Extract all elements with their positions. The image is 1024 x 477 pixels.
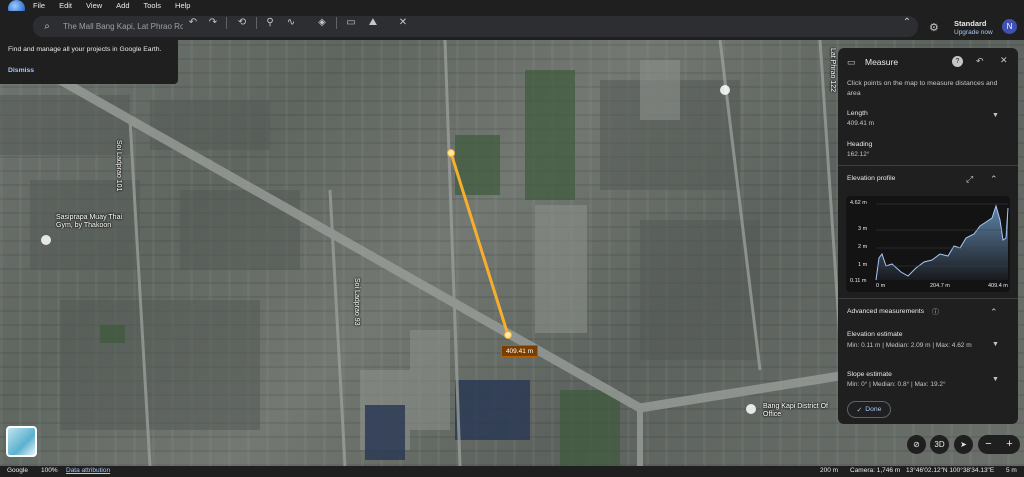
ground-elevation: 5 m — [1006, 467, 1017, 474]
gear-icon[interactable]: ⚙ — [929, 21, 939, 34]
menu-view[interactable]: View — [86, 1, 102, 10]
road-label: Soi Ladprao 93 — [353, 278, 360, 326]
close-icon[interactable]: ✕ — [1000, 55, 1008, 66]
ruler-icon: ▭ — [847, 57, 856, 67]
coordinates: 13°46'02.12"N 100°38'34.13"E — [906, 467, 995, 474]
chevron-up-icon[interactable]: ⌃ — [990, 307, 998, 318]
elevation-chart[interactable]: 4.62 m 3 m 2 m 1 m 0.11 m 0 m 204.7 m 40… — [846, 196, 1010, 292]
chevron-down-icon[interactable]: ▼ — [992, 341, 999, 348]
elevation-chart-svg — [875, 203, 1009, 281]
tilt-off-icon[interactable]: ⊘ — [907, 435, 926, 454]
toolbar-divider — [336, 17, 337, 29]
satellite-icon[interactable]: ✕ — [396, 16, 410, 30]
status-bar: Google 100% Data attribution 200 m Camer… — [0, 466, 1024, 477]
history-icon[interactable]: ⟲ — [235, 16, 249, 30]
chevron-down-icon[interactable]: ▼ — [992, 376, 999, 383]
done-label: Done — [865, 406, 882, 413]
undo-icon[interactable]: ↶ — [976, 56, 984, 67]
y-tick: 1 m — [858, 262, 868, 268]
elevation-profile-label: Elevation profile — [847, 175, 896, 182]
menu-file[interactable]: File — [33, 1, 45, 10]
divider — [838, 165, 1018, 166]
undo-icon[interactable]: ↶ — [186, 16, 200, 30]
divider — [838, 298, 1018, 299]
menu-edit[interactable]: Edit — [59, 1, 72, 10]
y-tick: 4.62 m — [850, 200, 867, 206]
layers-icon[interactable]: ◈ — [315, 16, 329, 30]
done-button[interactable]: ✓ Done — [847, 401, 891, 418]
zoom-level: 100% — [41, 467, 58, 474]
length-label: Length — [847, 110, 868, 117]
camera-altitude: Camera: 1,746 m — [850, 467, 901, 474]
view-3d-button[interactable]: 3D — [930, 435, 949, 454]
zoom-in-button[interactable]: + — [999, 435, 1020, 454]
advanced-measurements-label: Advanced measurements — [847, 308, 925, 315]
x-tick: 409.4 m — [988, 283, 1008, 289]
placemark-icon[interactable]: ⚲ — [263, 16, 277, 30]
ruler-icon[interactable]: ▭ — [344, 16, 358, 30]
path-icon[interactable]: ∿ — [284, 16, 298, 30]
chevron-down-icon[interactable]: ▼ — [992, 112, 999, 119]
plan-name: Standard — [954, 19, 987, 28]
toolbar-divider — [226, 17, 227, 29]
elevation-estimate-value: Min: 0.11 m | Median: 2.09 m | Max: 4.62… — [847, 342, 972, 349]
y-tick: 2 m — [858, 244, 868, 250]
help-icon[interactable]: ? — [952, 56, 963, 67]
menu-tools[interactable]: Tools — [144, 1, 162, 10]
data-attribution-link[interactable]: Data attribution — [66, 467, 110, 474]
menu-help[interactable]: Help — [175, 1, 190, 10]
menu-bar: File Edit View Add Tools Help — [0, 0, 1024, 11]
google-brand: Google — [7, 467, 28, 474]
check-icon: ✓ — [856, 406, 863, 414]
road-label: Soi Ladprao 101 — [115, 140, 122, 192]
toolbar-divider — [256, 17, 257, 29]
zoom-out-button[interactable]: − — [978, 435, 999, 454]
x-tick: 0 m — [876, 283, 886, 289]
place-label[interactable]: Sasiprapa Muay Thai Gym, by Thakoon — [56, 214, 136, 230]
search-icon[interactable]: ⌕ — [41, 21, 53, 33]
y-tick: 3 m — [858, 226, 868, 232]
y-tick: 0.11 m — [850, 278, 867, 284]
heading-label: Heading — [847, 141, 873, 148]
tooltip-text: Find and manage all your projects in Goo… — [8, 46, 162, 53]
chevron-up-icon[interactable]: ⌃ — [990, 174, 998, 185]
upgrade-link[interactable]: Upgrade now — [954, 29, 993, 36]
menu-add[interactable]: Add — [116, 1, 129, 10]
road-label: Lat Phrao 122 — [829, 48, 836, 92]
info-icon[interactable]: ⓘ — [932, 307, 939, 317]
compass-icon[interactable]: ➤ — [954, 435, 973, 454]
toolbar: ⌕ The Mall Bang Kapi, Lat Phrao Ro ↶ ↷ ⟲… — [0, 11, 1024, 40]
dismiss-button[interactable]: Dismiss — [8, 67, 170, 74]
avatar[interactable]: N — [1002, 19, 1017, 34]
elevation-estimate-label: Elevation estimate — [847, 331, 903, 338]
map-style-thumbnail[interactable] — [6, 426, 37, 457]
expand-icon[interactable]: ⤢ — [966, 174, 973, 185]
distance-label: 409.41 m — [501, 345, 538, 357]
scale-label: 200 m — [820, 467, 839, 474]
heading-value: 162.12° — [847, 151, 870, 158]
search-input[interactable]: The Mall Bang Kapi, Lat Phrao Ro — [63, 22, 183, 31]
x-tick: 204.7 m — [930, 283, 950, 289]
slope-estimate-value: Min: 0° | Median: 0.8° | Max: 19.2° — [847, 381, 946, 388]
panel-description: Click points on the map to measure dista… — [847, 80, 998, 97]
search-bar[interactable]: ⌕ The Mall Bang Kapi, Lat Phrao Ro — [33, 16, 918, 37]
measure-panel: ▭ Measure ? ↶ ✕ Click points on the map … — [838, 48, 1018, 424]
redo-icon[interactable]: ↷ — [206, 16, 220, 30]
length-value: 409.41 m — [847, 120, 875, 127]
chevron-up-icon[interactable]: ⌃ — [900, 16, 914, 30]
projects-tooltip: Find and manage all your projects in Goo… — [0, 40, 178, 84]
zoom-controls: − + — [978, 435, 1020, 454]
image-icon[interactable]: ⛰ — [366, 16, 380, 30]
slope-estimate-label: Slope estimate — [847, 371, 892, 378]
place-label[interactable]: Bang Kapi District Of Office — [763, 403, 841, 419]
panel-title: Measure — [865, 57, 899, 67]
